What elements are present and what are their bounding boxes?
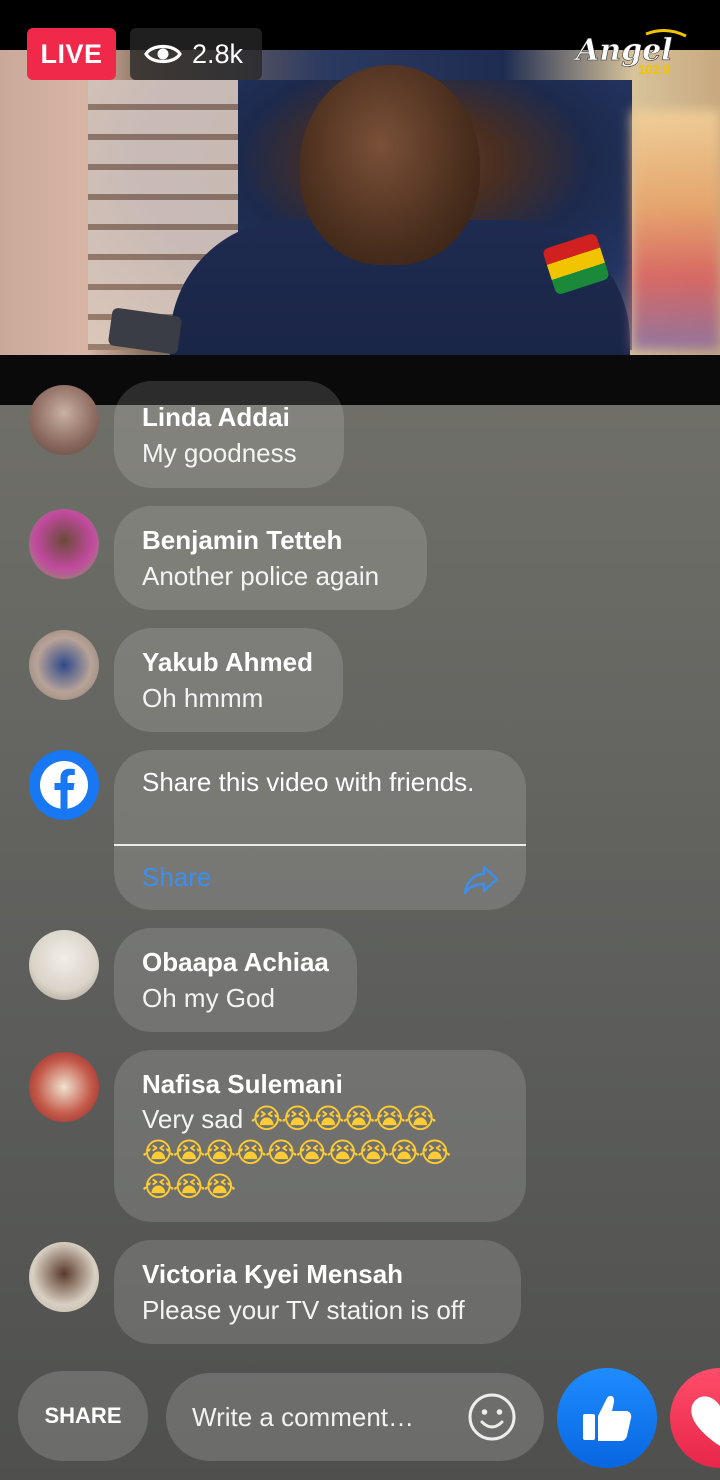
commenter-name[interactable]: Victoria Kyei Mensah — [142, 1256, 493, 1292]
thumbs-up-icon — [583, 1395, 632, 1441]
comment-text: My goodness — [142, 438, 297, 468]
commenter-name[interactable]: Nafisa Sulemani — [142, 1066, 498, 1102]
share-button[interactable]: SHARE — [18, 1371, 148, 1461]
share-message: Share this video with friends. — [142, 767, 475, 797]
avatar[interactable] — [29, 1052, 99, 1122]
share-link[interactable]: Share — [142, 862, 211, 893]
comment-text: Another police again — [142, 561, 380, 591]
live-badge: LIVE — [27, 28, 116, 80]
commenter-name[interactable]: Linda Addai — [142, 399, 316, 435]
comment-bubble[interactable]: Obaapa Achiaa Oh my God — [114, 928, 357, 1032]
comment-bubble[interactable]: Yakub Ahmed Oh hmmm — [114, 628, 343, 732]
comment-bubble[interactable]: Nafisa Sulemani Very sad 😭😭😭😭😭😭 😭😭😭😭😭😭😭😭… — [114, 1050, 526, 1222]
video-frame — [0, 50, 720, 360]
video-ticker-bar — [0, 355, 720, 405]
share-arrow-icon[interactable] — [462, 860, 500, 898]
avatar[interactable] — [29, 930, 99, 1000]
live-video-screen: LIVE 2.8k Angel 102.9 Linda Addai My goo… — [0, 0, 720, 1480]
comment-text: Oh hmmm — [142, 683, 264, 713]
divider — [114, 844, 526, 846]
commenter-name[interactable]: Yakub Ahmed — [142, 644, 315, 680]
avatar[interactable] — [29, 1242, 99, 1312]
share-card: Share this video with friends. Share — [114, 750, 526, 910]
avatar[interactable] — [29, 630, 99, 700]
crying-emoji: 😭😭😭😭😭😭 — [250, 1102, 436, 1135]
comment-bubble[interactable]: Victoria Kyei Mensah Please your TV stat… — [114, 1240, 521, 1344]
eye-icon — [144, 44, 182, 64]
heart-icon — [691, 1396, 720, 1446]
crying-emoji: 😭😭😭😭😭😭😭😭😭😭 — [142, 1136, 451, 1169]
video-player[interactable]: LIVE 2.8k Angel 102.9 — [0, 0, 720, 405]
comment-input[interactable]: Write a comment… — [166, 1373, 544, 1461]
like-reaction-button[interactable] — [557, 1368, 657, 1468]
facebook-icon — [29, 750, 99, 820]
smiley-icon[interactable] — [466, 1391, 518, 1443]
comment-placeholder: Write a comment… — [192, 1401, 415, 1432]
station-frequency: 102.9 — [638, 62, 671, 77]
viewer-count-value: 2.8k — [192, 38, 244, 69]
comment-text-value: Very sad — [142, 1104, 244, 1134]
comment-text: Please your TV station is off — [142, 1295, 465, 1325]
viewer-count: 2.8k — [130, 28, 262, 80]
comment-text: Oh my God — [142, 983, 275, 1013]
avatar[interactable] — [29, 509, 99, 579]
comment-text: Very sad 😭😭😭😭😭😭 😭😭😭😭😭😭😭😭😭😭 😭😭😭 — [142, 1102, 498, 1204]
crying-emoji: 😭😭😭 — [142, 1170, 236, 1203]
love-reaction-button[interactable] — [670, 1368, 720, 1468]
commenter-name[interactable]: Benjamin Tetteh — [142, 522, 399, 558]
commenter-name[interactable]: Obaapa Achiaa — [142, 944, 329, 980]
comment-bubble[interactable]: Benjamin Tetteh Another police again — [114, 506, 427, 610]
avatar[interactable] — [29, 385, 99, 455]
comment-bubble[interactable]: Linda Addai My goodness — [114, 381, 344, 488]
station-logo: Angel 102.9 — [574, 29, 687, 77]
